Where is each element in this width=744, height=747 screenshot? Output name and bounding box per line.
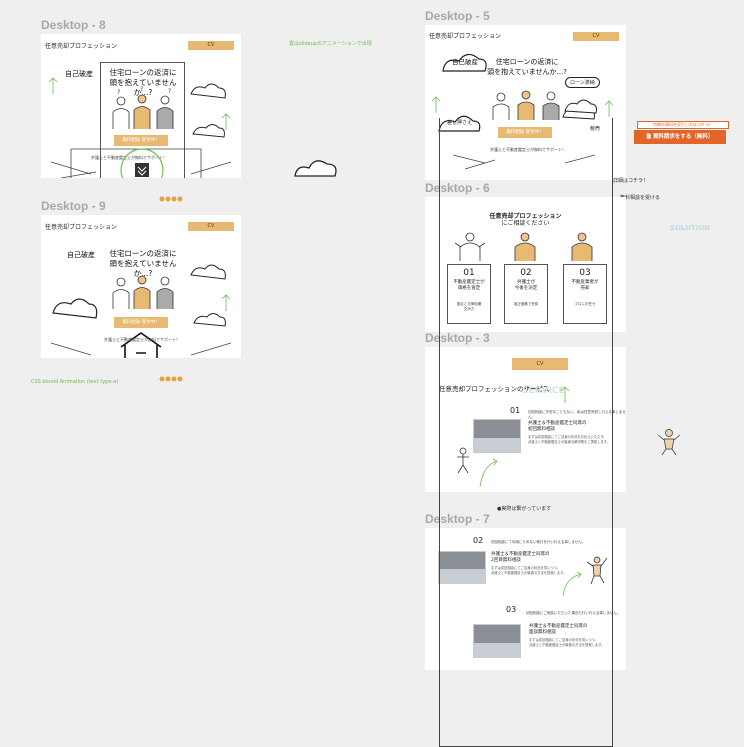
request-materials-label: 資料請求をする（無料） [652, 134, 714, 140]
seizure-label: 差し押さえ [447, 120, 473, 126]
support-text: 弁護士と不動産鑑定士が無料でサポート！ [490, 147, 566, 152]
svg-text:?: ? [140, 86, 143, 93]
frame-label-desktop-6: Desktop - 6 [425, 181, 490, 195]
section-subtitle: にご相談ください [501, 220, 550, 227]
cloud-icon [294, 160, 337, 177]
slideup-note: 雲はslideupのアニメーションで出現 [289, 41, 372, 47]
guide-line-left [439, 118, 440, 747]
request-materials-button[interactable]: 🗎 資料請求をする（無料） [634, 130, 726, 144]
frame-label-desktop-8: Desktop - 8 [41, 18, 106, 32]
svg-text:?: ? [168, 88, 171, 95]
solution-label: SOLUTION [670, 224, 711, 232]
decorations [562, 556, 608, 597]
frame-desktop-6: 任意売却プロフェッション にご相談ください 01 不動産鑑定士が 価格を査定 査… [425, 197, 626, 332]
auction-label: 競売 [590, 126, 601, 132]
connected-note: ●実際は繋がっています [497, 506, 552, 512]
frame-label-desktop-3: Desktop - 3 [425, 331, 490, 345]
svg-text:?: ? [117, 89, 120, 96]
free-consult-note: 無料相談を受ける [620, 195, 661, 201]
card-title: 不動産業者が 売却 [571, 280, 599, 291]
card-desc: プロにお任せ [574, 302, 596, 306]
frame-desktop-7: 02 初回相談にて利用にためない執行を行い行える事しません。 弁護士＆不動産鑑定… [425, 528, 626, 670]
free-consult-button[interactable]: 無料相談 受付中！ [114, 135, 168, 146]
frame-label-desktop-7: Desktop - 7 [425, 512, 490, 526]
bankrupt-label: 自己破産 [452, 58, 478, 66]
card-number: 02 [520, 268, 532, 278]
jumping-person-illustration [657, 429, 681, 456]
card-01: 01 不動産鑑定士が 価格を査定 査定と法律知識 交渉力 [447, 264, 491, 324]
free-consult-button[interactable]: 無料相談 受付中！ [498, 127, 552, 138]
free-consult-button[interactable]: 無料相談 受付中！ [114, 317, 168, 328]
cta-caption: 特典の資料を見たい方はコチラ！ [637, 121, 729, 129]
frame-desktop-3: CV 任意売却プロフェッションのサービス SERVICE 01 初回相談に不安な… [425, 347, 626, 492]
sticker-dots [159, 376, 185, 382]
frame-desktop-5: 任意売却プロフェッション CV 自己破産 住宅ローンの返済に 頭を抱えていません… [425, 25, 626, 180]
frame-label-desktop-5: Desktop - 5 [425, 9, 490, 23]
illustration-people [431, 53, 614, 170]
loan-delinquency-bubble: ローン滞納 [565, 77, 600, 88]
card-03: 03 不動産業者が 売却 プロにお任せ [563, 264, 607, 324]
card-desc: 適正価格で売却 [513, 302, 539, 306]
frame-desktop-8: 任意売却プロフェッション CV 自己破産 住宅ローンの返済に 頭を抱えていません… [41, 34, 241, 178]
detail-note: 詳細はコチラ！ [613, 178, 649, 184]
support-text: 弁護士と不動産鑑定士が無料でサポート！ [104, 337, 180, 342]
scroll-highlight [120, 148, 164, 178]
headline: 住宅ローンの返済に 頭を抱えていませんか...? [487, 58, 567, 76]
card-number: 03 [579, 268, 591, 278]
decorations [457, 386, 570, 488]
sticker-dots [159, 196, 185, 202]
frame-desktop-9: 任意売却プロフェッション CV 自己破産 住宅ローンの返済に 頭を抱えていません… [41, 215, 241, 358]
card-number: 01 [463, 268, 475, 278]
card-title: 弁護士が 今後を決定 [514, 280, 538, 291]
card-02: 02 弁護士が 今後を決定 適正価格で売却 [504, 264, 548, 324]
card-desc: 査定と法律知識 交渉力 [456, 302, 482, 311]
frame-label-desktop-9: Desktop - 9 [41, 199, 106, 213]
guide-line-right [612, 118, 613, 747]
card-title: 不動産鑑定士が 価格を査定 [453, 280, 485, 291]
css-bound-note: CSS bound Animation (text type-a) [31, 379, 119, 385]
